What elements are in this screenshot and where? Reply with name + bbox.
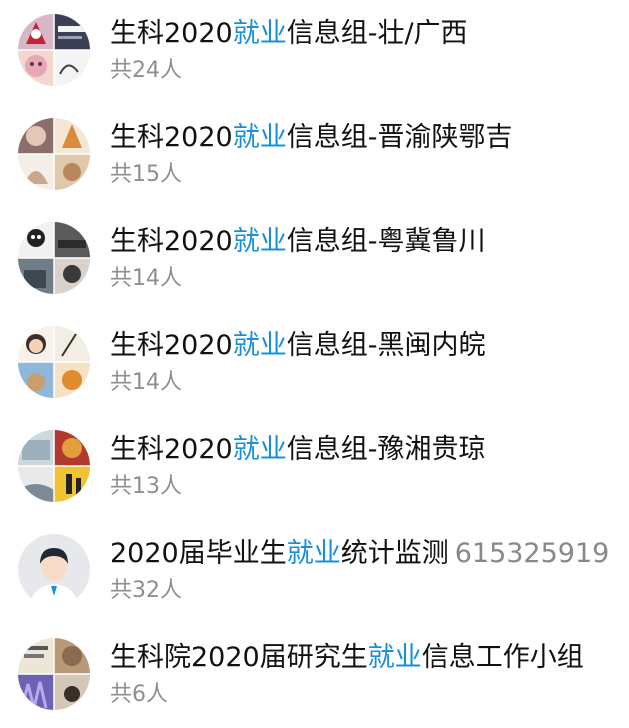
group-list-item[interactable]: 生科2020就业信息组-豫湘贵琼 共13人 <box>0 416 629 520</box>
group-title: 生科2020就业信息组-豫湘贵琼 <box>110 430 485 470</box>
group-number: 615325919 <box>454 538 610 569</box>
group-title-prefix: 生科2020 <box>110 18 233 49</box>
photo-collage-avatar-icon <box>18 638 90 710</box>
group-title: 2020届毕业生就业统计监测 615325919 <box>110 534 609 574</box>
group-title-suffix: 信息组-粤冀鲁川 <box>286 226 486 257</box>
group-title-suffix: 信息组-壮/广西 <box>286 18 468 49</box>
group-list-item[interactable]: 生科2020就业信息组-晋渝陕鄂吉 共15人 <box>0 104 629 208</box>
search-keyword-highlight: 就业 <box>232 434 287 465</box>
group-title-suffix: 信息组-黑闽内皖 <box>286 330 486 361</box>
group-title: 生科2020就业信息组-粤冀鲁川 <box>110 222 485 262</box>
search-keyword-highlight: 就业 <box>232 122 287 153</box>
group-title-suffix: 信息工作小组 <box>421 642 584 673</box>
member-count: 共6人 <box>110 682 168 707</box>
group-title: 生科2020就业信息组-壮/广西 <box>110 14 468 54</box>
member-count: 共13人 <box>110 474 182 499</box>
group-title: 生科2020就业信息组-黑闽内皖 <box>110 326 485 366</box>
group-list-item[interactable]: 生科2020就业信息组-黑闽内皖 共14人 <box>0 312 629 416</box>
scenery-collage-avatar-icon <box>18 430 90 502</box>
group-title-prefix: 生科院2020届研究生 <box>110 642 368 673</box>
group-search-results-list: 生科2020就业信息组-壮/广西 共24人 生科2020就业信息组-晋渝陕鄂吉 … <box>0 0 629 727</box>
anime-collage-avatar-icon <box>18 118 90 190</box>
group-title-suffix: 统计监测 <box>340 538 449 569</box>
group-list-item[interactable]: 生科2020就业信息组-粤冀鲁川 共14人 <box>0 208 629 312</box>
group-title-prefix: 生科2020 <box>110 122 233 153</box>
group-list-item[interactable]: 生科院2020届研究生就业信息工作小组 共6人 <box>0 624 629 728</box>
group-title-suffix: 信息组-晋渝陕鄂吉 <box>286 122 513 153</box>
group-list-item[interactable]: 生科2020就业信息组-壮/广西 共24人 <box>0 0 629 104</box>
search-keyword-highlight: 就业 <box>367 642 422 673</box>
group-title-prefix: 生科2020 <box>110 330 233 361</box>
member-count: 共14人 <box>110 266 182 291</box>
member-count: 共14人 <box>110 370 182 395</box>
default-person-avatar-icon <box>18 534 90 606</box>
photo-collage-avatar-icon <box>18 222 90 294</box>
group-title-prefix: 2020届毕业生 <box>110 538 287 569</box>
group-title-suffix: 信息组-豫湘贵琼 <box>286 434 486 465</box>
search-keyword-highlight: 就业 <box>286 538 341 569</box>
cartoon-collage-avatar-icon <box>18 326 90 398</box>
member-count: 共15人 <box>110 162 182 187</box>
search-keyword-highlight: 就业 <box>232 226 287 257</box>
anime-collage-avatar-icon <box>18 14 90 86</box>
group-title-prefix: 生科2020 <box>110 226 233 257</box>
member-count: 共24人 <box>110 58 182 83</box>
search-keyword-highlight: 就业 <box>232 330 287 361</box>
search-keyword-highlight: 就业 <box>232 18 287 49</box>
member-count: 共32人 <box>110 578 182 603</box>
group-list-item[interactable]: 2020届毕业生就业统计监测 615325919 共32人 <box>0 520 629 624</box>
group-title-prefix: 生科2020 <box>110 434 233 465</box>
group-title: 生科2020就业信息组-晋渝陕鄂吉 <box>110 118 512 158</box>
group-title: 生科院2020届研究生就业信息工作小组 <box>110 638 584 678</box>
